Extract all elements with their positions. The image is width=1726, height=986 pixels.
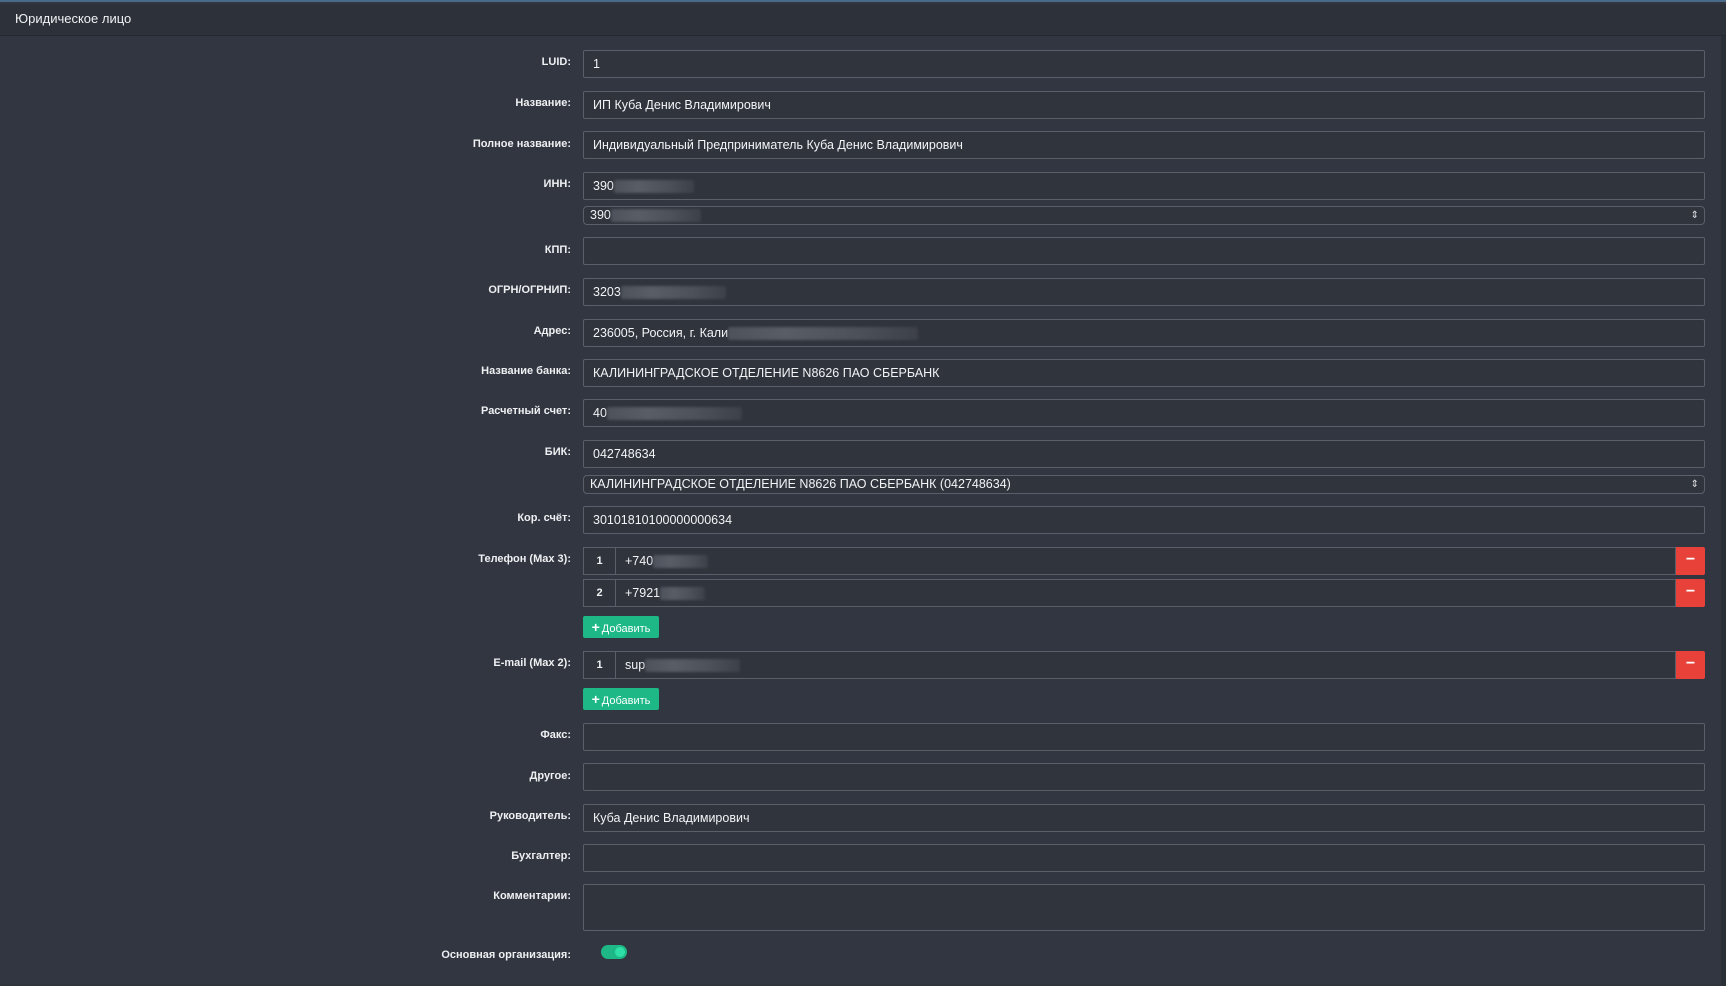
scrollbar[interactable] xyxy=(1721,36,1726,986)
name-field[interactable]: ИП Куба Денис Владимирович xyxy=(583,91,1705,119)
full-name-field[interactable]: Индивидуальный Предприниматель Куба Дени… xyxy=(583,131,1705,159)
ogrn-value: 3203 xyxy=(593,285,621,299)
fax-field[interactable] xyxy=(583,723,1705,751)
kor-account-value: 30101810100000000634 xyxy=(593,513,733,527)
redacted-mask xyxy=(728,327,919,341)
address-label: Адрес: xyxy=(533,325,571,337)
redacted-mask xyxy=(606,407,742,421)
redacted-mask xyxy=(660,587,706,601)
phone-field[interactable]: +7921 xyxy=(616,579,1676,607)
phone-index: 2 xyxy=(583,579,616,607)
comments-textarea[interactable] xyxy=(583,884,1705,931)
other-field[interactable] xyxy=(583,763,1705,791)
add-email-label: Добавить xyxy=(601,695,651,707)
other-label: Другое: xyxy=(529,770,571,782)
phone-field[interactable]: +740 xyxy=(616,547,1676,575)
email-field[interactable]: sup xyxy=(616,651,1676,679)
ogrn-field[interactable]: 3203 xyxy=(583,278,1705,306)
remove-phone-button[interactable]: − xyxy=(1676,579,1705,607)
accountant-field[interactable] xyxy=(583,844,1705,872)
director-value: Куба Денис Владимирович xyxy=(593,811,750,825)
luid-label: LUID: xyxy=(541,56,571,68)
address-field[interactable]: 236005, Россия, г. Кали xyxy=(583,319,1705,347)
email-row-1: 1 sup − xyxy=(583,651,1705,679)
phone-index: 1 xyxy=(583,547,616,575)
redacted-mask xyxy=(653,555,709,569)
bank-name-label: Название банка: xyxy=(481,365,571,377)
inn-field[interactable]: 390 xyxy=(583,172,1705,200)
address-value: 236005, Россия, г. Кали xyxy=(593,326,729,340)
phone-row-1: 1 +740 − xyxy=(583,547,1705,575)
kpp-label: КПП: xyxy=(544,244,571,256)
kor-account-label: Кор. счёт: xyxy=(517,512,571,524)
email-index: 1 xyxy=(583,651,616,679)
bik-select-value: КАЛИНИНГРАДСКОЕ ОТДЕЛЕНИЕ N8626 ПАО СБЕР… xyxy=(590,477,1011,491)
minus-icon: − xyxy=(1685,583,1696,600)
luid-field[interactable]: 1 xyxy=(583,50,1705,78)
account-label: Расчетный счет: xyxy=(481,405,571,417)
kor-account-field[interactable]: 30101810100000000634 xyxy=(583,506,1705,534)
bik-bank-select[interactable]: КАЛИНИНГРАДСКОЕ ОТДЕЛЕНИЕ N8626 ПАО СБЕР… xyxy=(583,475,1705,494)
email-value: sup xyxy=(625,658,646,672)
legal-entity-panel: Юридическое лицо LUID: 1 Название: ИП Ку… xyxy=(0,0,1726,986)
comments-label: Комментарии: xyxy=(493,890,571,902)
remove-email-button[interactable]: − xyxy=(1676,651,1705,679)
bik-field[interactable]: 042748634 xyxy=(583,440,1705,468)
main-org-label: Основная организация: xyxy=(441,949,571,961)
bank-name-value: КАЛИНИНГРАДСКОЕ ОТДЕЛЕНИЕ N8626 ПАО СБЕР… xyxy=(593,366,940,380)
director-label: Руководитель: xyxy=(489,810,571,822)
kpp-field[interactable] xyxy=(583,237,1705,265)
inn-select[interactable]: 390 ⇕ xyxy=(583,206,1705,225)
plus-icon: + xyxy=(591,691,600,707)
bik-value: 042748634 xyxy=(593,447,656,461)
ogrn-label: ОГРН/ОГРНИП: xyxy=(488,284,571,296)
panel-title: Юридическое лицо xyxy=(0,4,1726,36)
toggle-knob xyxy=(615,947,625,957)
redacted-mask xyxy=(620,286,726,300)
chevron-updown-icon: ⇕ xyxy=(1690,479,1699,490)
minus-icon: − xyxy=(1685,551,1696,568)
minus-icon: − xyxy=(1685,655,1696,672)
inn-value: 390 xyxy=(593,179,614,193)
bank-name-field[interactable]: КАЛИНИНГРАДСКОЕ ОТДЕЛЕНИЕ N8626 ПАО СБЕР… xyxy=(583,359,1705,387)
main-org-toggle[interactable] xyxy=(601,945,627,959)
phone-row-2: 2 +7921 − xyxy=(583,579,1705,607)
bik-label: БИК: xyxy=(544,446,571,458)
phone-value: +740 xyxy=(625,554,654,568)
add-phone-label: Добавить xyxy=(601,623,651,635)
phone-value: +7921 xyxy=(625,586,661,600)
inn-label: ИНН: xyxy=(543,178,571,190)
name-value: ИП Куба Денис Владимирович xyxy=(593,98,771,112)
inn-select-value: 390 xyxy=(590,208,611,222)
full-name-label: Полное название: xyxy=(472,138,571,150)
emails-label: E-mail (Max 2): xyxy=(493,657,571,669)
accountant-label: Бухгалтер: xyxy=(511,850,571,862)
director-field[interactable]: Куба Денис Владимирович xyxy=(583,804,1705,832)
chevron-updown-icon: ⇕ xyxy=(1690,210,1699,221)
phones-label: Телефон (Max 3): xyxy=(478,553,571,565)
fax-label: Факс: xyxy=(540,729,571,741)
redacted-mask xyxy=(613,180,694,194)
redacted-mask xyxy=(610,209,701,223)
add-email-button[interactable]: + Добавить xyxy=(583,688,659,710)
add-phone-button[interactable]: + Добавить xyxy=(583,616,659,638)
plus-icon: + xyxy=(591,619,600,635)
full-name-value: Индивидуальный Предприниматель Куба Дени… xyxy=(593,138,963,152)
luid-value: 1 xyxy=(593,57,600,71)
remove-phone-button[interactable]: − xyxy=(1676,547,1705,575)
account-value: 40 xyxy=(593,406,607,420)
redacted-mask xyxy=(645,659,741,673)
name-label: Название: xyxy=(515,97,571,109)
account-field[interactable]: 40 xyxy=(583,399,1705,427)
